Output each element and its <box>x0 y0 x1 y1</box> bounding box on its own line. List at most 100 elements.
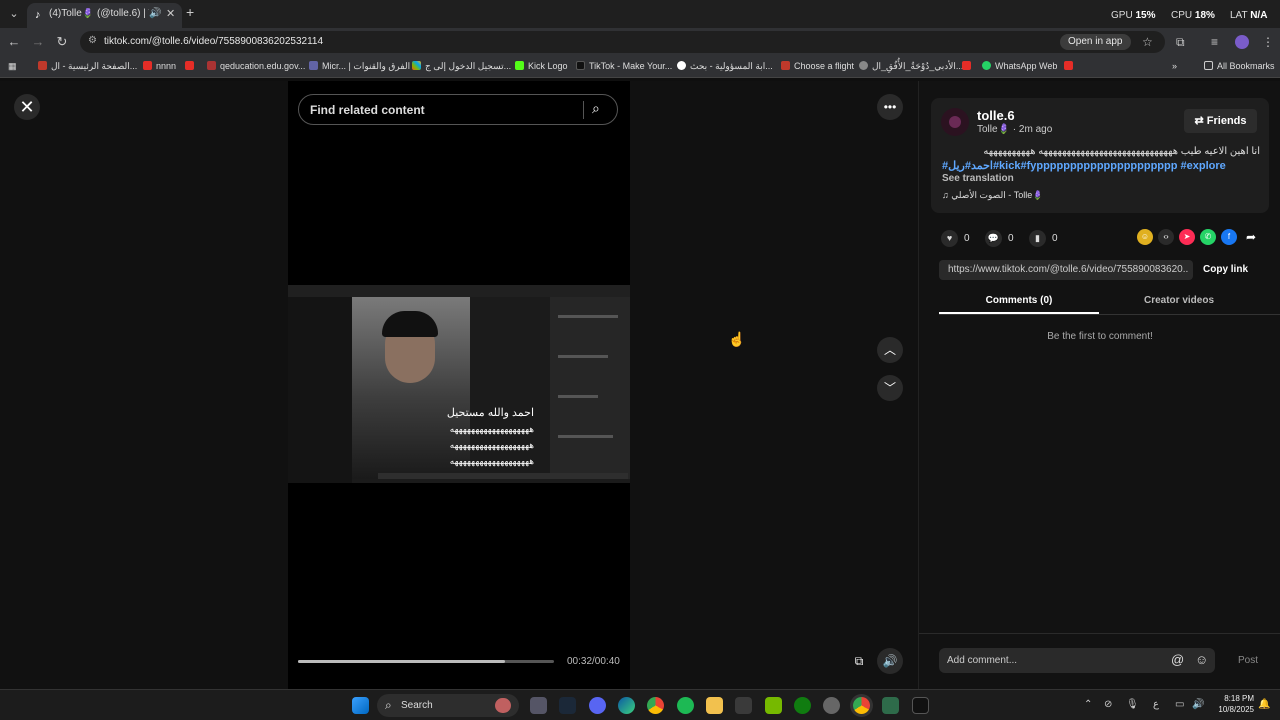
omnibox[interactable]: ⚙ tiktok.com/@tolle.6/video/755890083620… <box>80 31 1165 53</box>
previous-video-icon[interactable]: ︿ <box>877 337 903 363</box>
bookmark-item[interactable]: تسجيل الدخول إلى ج... <box>412 61 511 72</box>
video-hair <box>382 311 438 337</box>
discord-icon[interactable] <box>589 697 606 714</box>
chrome-icon[interactable] <box>647 697 664 714</box>
search-divider <box>583 101 584 119</box>
bookmark-item[interactable] <box>962 61 975 71</box>
network-icon[interactable]: ▭ <box>1175 699 1184 710</box>
volume-tray-icon[interactable]: 🔊 <box>1192 699 1204 710</box>
file-explorer-icon[interactable] <box>706 697 723 714</box>
system-clock[interactable]: 8:18 PM 10/8/2025 <box>1212 693 1254 715</box>
media-control-icon[interactable]: ≡ <box>1211 35 1218 49</box>
emoji-icon[interactable]: ☺ <box>1195 652 1208 667</box>
snipping-tool-icon[interactable] <box>530 697 547 714</box>
bookmark-item[interactable]: الصفحة الرئيسية - ال... <box>38 61 137 72</box>
volume-icon[interactable]: 🔊 <box>877 648 903 674</box>
tray-overflow-icon[interactable]: ⌃ <box>1084 699 1092 710</box>
bookmark-item[interactable]: Choose a flight <box>781 61 854 71</box>
bookmark-item[interactable]: Micr... | الفرق والقنوات <box>309 61 410 72</box>
friends-button[interactable]: ⇄ Friends <box>1184 109 1257 133</box>
bookmark-star-icon[interactable]: ☆ <box>1142 35 1153 49</box>
edge-icon[interactable] <box>618 697 635 714</box>
hashtags[interactable]: #احمد#ريل#kick#fyppppppppppppppppppppp #… <box>942 159 1260 172</box>
video-link-field[interactable]: https://www.tiktok.com/@tolle.6/video/75… <box>939 260 1193 280</box>
tray-app-icon[interactable]: ⊘ <box>1104 699 1112 710</box>
tab-close-icon[interactable]: ✕ <box>166 7 175 20</box>
mention-icon[interactable]: @ <box>1171 652 1184 667</box>
site-info-icon[interactable]: ⚙ <box>88 35 97 46</box>
search-icon[interactable]: ⌕ <box>592 100 600 117</box>
tiktok-icon <box>576 61 585 70</box>
all-bookmarks-label: All Bookmarks <box>1217 61 1275 71</box>
post-button[interactable]: Post <box>1238 655 1258 666</box>
avatar[interactable] <box>941 108 969 136</box>
bookmarks-overflow-icon[interactable]: » <box>1172 61 1177 71</box>
bookmark-item[interactable]: Kick Logo <box>515 61 568 71</box>
music-info[interactable]: ♫ الصوت الأصلي - Tolle🪻 <box>942 190 1043 201</box>
username[interactable]: tolle.6 <box>977 108 1015 123</box>
xbox-icon[interactable] <box>794 697 811 714</box>
mini-player-icon[interactable]: ⧉ <box>846 648 872 674</box>
whatsapp-icon[interactable]: ✆ <box>1200 229 1216 245</box>
search-input[interactable]: Find related content ⌕ <box>298 94 618 125</box>
apps-icon[interactable]: ▦ <box>8 61 17 72</box>
settings-icon[interactable] <box>823 697 840 714</box>
forward-icon[interactable]: → <box>29 33 47 51</box>
windows-start-icon[interactable] <box>352 697 369 714</box>
like-button[interactable]: ♥ 0 <box>941 230 970 247</box>
close-icon[interactable]: ✕ <box>14 94 40 120</box>
bookmark-item[interactable]: TikTok - Make Your... <box>576 61 672 71</box>
back-icon[interactable]: ← <box>5 33 23 51</box>
address-bar-row: ← → ↻ ⚙ tiktok.com/@tolle.6/video/755890… <box>0 28 1280 56</box>
next-video-icon[interactable]: ﹀ <box>877 375 903 401</box>
profile-avatar[interactable] <box>1235 35 1249 49</box>
video-player[interactable]: احمد والله مستحيل هههههههههههههههههههه ه… <box>288 285 630 483</box>
save-button[interactable]: ▮ 0 <box>1029 230 1058 247</box>
video-progress-bar[interactable] <box>298 660 554 663</box>
steam-icon[interactable] <box>559 697 576 714</box>
url-text[interactable]: tiktok.com/@tolle.6/video/75589008362025… <box>104 36 323 47</box>
bookmark-item[interactable] <box>185 61 198 71</box>
notifications-icon[interactable]: 🔔 <box>1258 699 1270 710</box>
bookmark-item[interactable]: الأدبي_دُوْحَةُ_الأُفُقِ_ال... <box>859 61 963 72</box>
bookmark-item[interactable] <box>1064 61 1077 71</box>
tab-search-dropdown-icon[interactable]: ⌄ <box>4 4 24 24</box>
store-icon[interactable] <box>735 697 752 714</box>
bookmark-item[interactable]: WhatsApp Web <box>982 61 1057 71</box>
tab-creator-videos[interactable]: Creator videos <box>1099 289 1259 314</box>
share-icon[interactable]: ➦ <box>1243 229 1259 245</box>
video-link-text: https://www.tiktok.com/@tolle.6/video/75… <box>948 264 1188 275</box>
comment-button[interactable]: 💬 0 <box>985 230 1014 247</box>
more-options-icon[interactable]: ••• <box>877 94 903 120</box>
send-icon[interactable]: ➤ <box>1179 229 1195 245</box>
embed-icon[interactable]: ‹› <box>1158 229 1174 245</box>
language-indicator[interactable]: ع <box>1153 699 1159 710</box>
copy-link-button[interactable]: Copy link <box>1203 264 1248 275</box>
menu-icon[interactable]: ⋮ <box>1262 35 1274 49</box>
video-frame-line <box>558 395 598 398</box>
comment-count: 0 <box>1008 233 1014 244</box>
open-in-app-button[interactable]: Open in app <box>1060 34 1131 50</box>
tab-audio-icon[interactable]: 🔊 <box>149 8 161 19</box>
youtube-icon <box>185 61 194 70</box>
facebook-icon[interactable]: f <box>1221 229 1237 245</box>
chrome-active-icon[interactable] <box>853 697 870 714</box>
nvidia-icon[interactable] <box>765 697 782 714</box>
see-translation-link[interactable]: See translation <box>942 173 1014 184</box>
extensions-icon[interactable]: ⧉ <box>1176 35 1185 50</box>
friends-share-icon[interactable]: ☺ <box>1137 229 1153 245</box>
bookmark-item[interactable]: ابة المسؤولية - بحث... <box>677 61 773 72</box>
browser-tab-active[interactable]: ♪ (4)Tolle🪻 (@tolle.6) | TikTok 🔊 ✕ <box>27 3 182 28</box>
comment-input[interactable]: Add comment... @ ☺ <box>939 648 1215 673</box>
reload-icon[interactable]: ↻ <box>53 33 71 51</box>
app-icon[interactable] <box>882 697 899 714</box>
microphone-icon[interactable]: 🎙 <box>1126 699 1139 710</box>
spotify-icon[interactable] <box>677 697 694 714</box>
taskbar-search[interactable]: ⌕ Search <box>377 694 519 717</box>
new-tab-button[interactable]: + <box>186 4 194 20</box>
tab-comments[interactable]: Comments (0) <box>939 289 1099 314</box>
all-bookmarks-button[interactable]: All Bookmarks <box>1204 61 1275 71</box>
bookmark-item[interactable]: qeducation.edu.gov... <box>207 61 305 71</box>
bookmark-item[interactable]: nnnn <box>143 61 176 71</box>
tiktok-icon[interactable] <box>912 697 929 714</box>
